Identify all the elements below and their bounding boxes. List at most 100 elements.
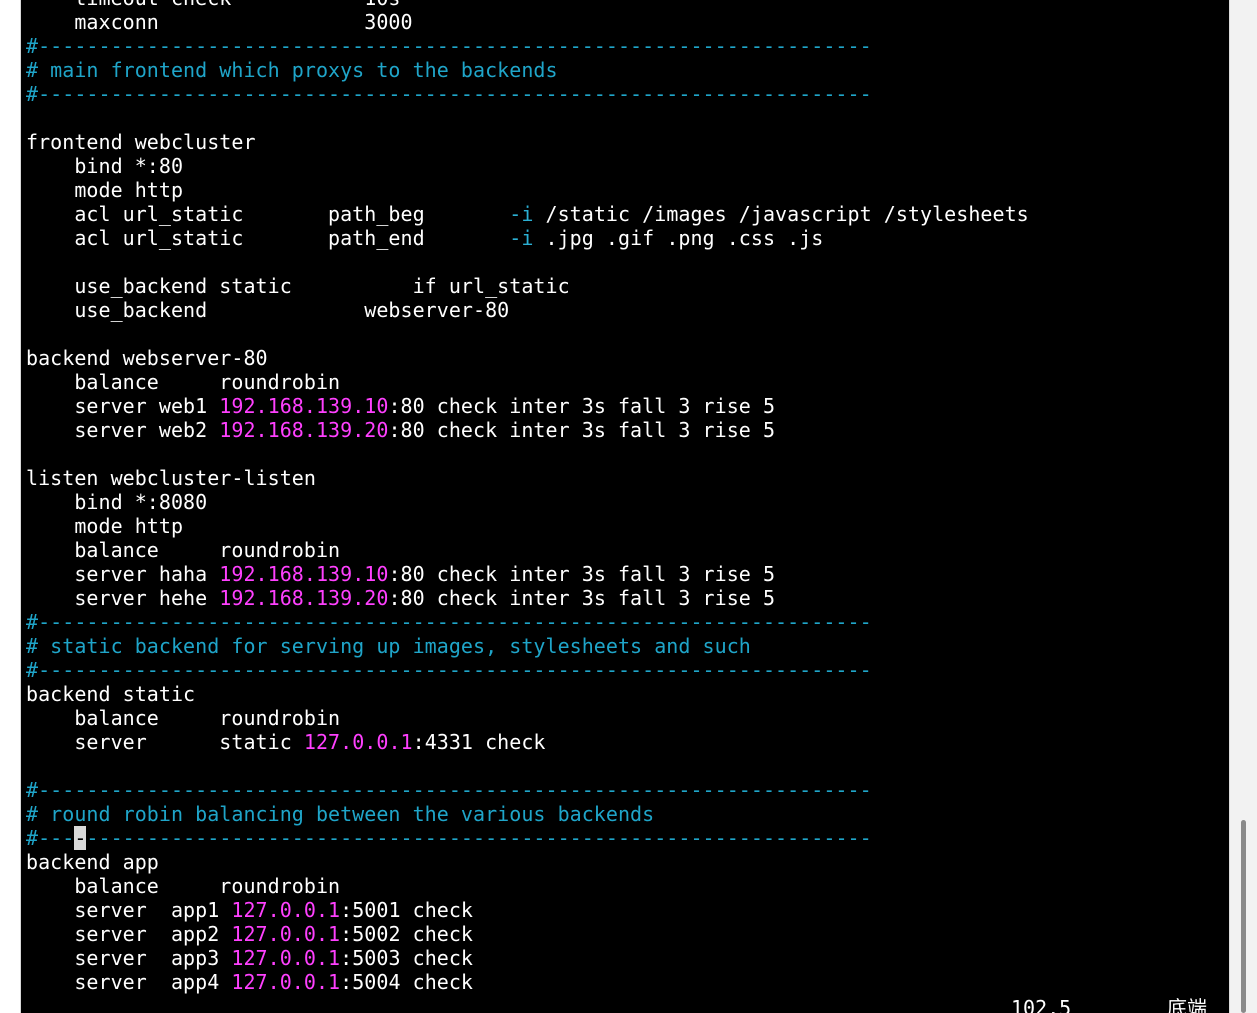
editor-line: use_backend static if url_static	[26, 274, 570, 298]
ip-address: 192.168.139.20	[219, 586, 389, 610]
code-text: :5002 check	[340, 922, 474, 946]
code-text: backend webserver-80	[26, 346, 268, 370]
editor-line: server app1 127.0.0.1:5001 check	[26, 898, 473, 922]
code-text: bind *:8080	[26, 490, 208, 514]
editor-line: server app3 127.0.0.1:5003 check	[26, 946, 473, 970]
code-text: use_backend static if url_static	[26, 274, 570, 298]
code-text: mode http	[26, 178, 184, 202]
code-text: backend app	[26, 850, 159, 874]
ip-address: 127.0.0.1	[231, 946, 341, 970]
code-text: balance roundrobin	[26, 370, 341, 394]
comment-text: #---------------------------------------…	[26, 778, 872, 802]
code-text: :80 check inter 3s fall 3 rise 5	[388, 586, 776, 610]
code-text: use_backend webserver-80	[26, 298, 510, 322]
code-text: timeout check 10s	[26, 0, 401, 10]
editor-line: acl url_static path_end -i .jpg .gif .pn…	[26, 226, 823, 250]
comment-text: # main frontend which proxys to the back…	[26, 58, 558, 82]
ip-address: 192.168.139.20	[219, 418, 389, 442]
editor-line: mode http	[26, 514, 183, 538]
terminal-editor[interactable]: timeout check 10s maxconn 3000#---------…	[21, 0, 1229, 1013]
cursor-position: 102,5	[1011, 996, 1072, 1013]
editor-line: #---------------------------------------…	[26, 658, 872, 682]
code-text: :80 check inter 3s fall 3 rise 5	[388, 394, 776, 418]
code-text: acl url_static path_beg	[26, 202, 510, 226]
editor-line: server hehe 192.168.139.20:80 check inte…	[26, 586, 775, 610]
comment-text: #---------------------------------------…	[26, 34, 872, 58]
option-flag: -i	[509, 202, 534, 226]
editor-line: server web1 192.168.139.10:80 check inte…	[26, 394, 775, 418]
editor-line: #---------------------------------------…	[26, 34, 872, 58]
code-text: server web2	[26, 418, 220, 442]
code-text: maxconn 3000	[26, 10, 413, 34]
code-text: acl url_static path_end	[26, 226, 510, 250]
code-text: :80 check inter 3s fall 3 rise 5	[388, 418, 776, 442]
comment-text: ----------------------------------------…	[86, 826, 872, 850]
editor-line: balance roundrobin	[26, 538, 340, 562]
editor-line: balance roundrobin	[26, 706, 340, 730]
comment-text: #---	[26, 826, 75, 850]
text-cursor: -	[74, 826, 87, 850]
comment-text: #---------------------------------------…	[26, 658, 872, 682]
scroll-position: 底端	[1167, 996, 1207, 1013]
code-text: :5003 check	[340, 946, 474, 970]
code-text: server hehe	[26, 586, 220, 610]
comment-text: # static backend for serving up images, …	[26, 634, 751, 658]
code-text: server app2	[26, 922, 232, 946]
code-text: balance roundrobin	[26, 538, 341, 562]
editor-line: frontend webcluster	[26, 130, 256, 154]
editor-line: acl url_static path_beg -i /static /imag…	[26, 202, 1029, 226]
code-text: :5001 check	[340, 898, 474, 922]
code-text: server app1	[26, 898, 232, 922]
editor-line: listen webcluster-listen	[26, 466, 316, 490]
editor-line: bind *:8080	[26, 490, 207, 514]
code-text: listen webcluster-listen	[26, 466, 316, 490]
code-text: .jpg .gif .png .css .js	[533, 226, 824, 250]
editor-line: server static 127.0.0.1:4331 check	[26, 730, 546, 754]
editor-line: backend static	[26, 682, 195, 706]
editor-line: timeout check 10s	[26, 0, 401, 10]
editor-line: server haha 192.168.139.10:80 check inte…	[26, 562, 775, 586]
code-text: frontend webcluster	[26, 130, 256, 154]
editor-line: server app2 127.0.0.1:5002 check	[26, 922, 473, 946]
editor-line: #---------------------------------------…	[26, 778, 872, 802]
scrollbar-thumb[interactable]	[1241, 820, 1246, 1013]
comment-text: # round robin balancing between the vari…	[26, 802, 655, 826]
editor-line: #---------------------------------------…	[26, 82, 872, 106]
ip-address: 127.0.0.1	[231, 922, 341, 946]
editor-line: bind *:80	[26, 154, 183, 178]
ip-address: 127.0.0.1	[303, 730, 413, 754]
editor-line: backend webserver-80	[26, 346, 268, 370]
comment-text: #---------------------------------------…	[26, 82, 872, 106]
editor-line: maxconn 3000	[26, 10, 413, 34]
window-left-edge	[0, 0, 21, 1013]
code-text: :80 check inter 3s fall 3 rise 5	[388, 562, 776, 586]
ip-address: 192.168.139.10	[219, 562, 389, 586]
editor-line: backend app	[26, 850, 159, 874]
code-text: server app4	[26, 970, 232, 994]
editor-line: mode http	[26, 178, 183, 202]
editor-line: server app4 127.0.0.1:5004 check	[26, 970, 473, 994]
editor-line: balance roundrobin	[26, 874, 340, 898]
editor-line: balance roundrobin	[26, 370, 340, 394]
code-text: :5004 check	[340, 970, 474, 994]
editor-line: # main frontend which proxys to the back…	[26, 58, 558, 82]
ip-address: 127.0.0.1	[231, 898, 341, 922]
editor-line: server web2 192.168.139.20:80 check inte…	[26, 418, 775, 442]
ip-address: 127.0.0.1	[231, 970, 341, 994]
ip-address: 192.168.139.10	[219, 394, 389, 418]
code-text: server web1	[26, 394, 220, 418]
editor-line: # round robin balancing between the vari…	[26, 802, 654, 826]
editor-line: # static backend for serving up images, …	[26, 634, 751, 658]
code-text: server haha	[26, 562, 220, 586]
editor-line: #---------------------------------------…	[26, 610, 872, 634]
code-text: balance roundrobin	[26, 874, 341, 898]
code-text: backend static	[26, 682, 196, 706]
code-text: bind *:80	[26, 154, 184, 178]
code-text: /static /images /javascript /stylesheets	[533, 202, 1029, 226]
code-text: server static	[26, 730, 304, 754]
code-text: balance roundrobin	[26, 706, 341, 730]
comment-text: #---------------------------------------…	[26, 610, 872, 634]
editor-line: use_backend webserver-80	[26, 298, 509, 322]
code-text: mode http	[26, 514, 184, 538]
vertical-scrollbar[interactable]	[1229, 0, 1257, 1013]
